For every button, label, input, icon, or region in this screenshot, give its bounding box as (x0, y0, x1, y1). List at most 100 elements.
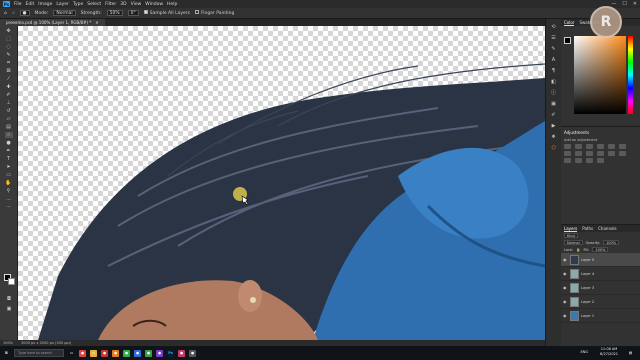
menu-file[interactable]: File (14, 2, 22, 7)
layer-name[interactable]: Layer 4 (581, 272, 594, 276)
background-color-swatch[interactable] (8, 278, 15, 285)
exposure-icon[interactable] (597, 144, 604, 149)
selective-color-icon[interactable] (597, 158, 604, 163)
close-button[interactable]: ✕ (633, 1, 637, 7)
dodge-tool-icon[interactable]: ● (5, 140, 13, 146)
mode-select[interactable]: Normal (53, 10, 76, 16)
lock-icon[interactable]: 🔒 (576, 248, 580, 252)
edit-toolbar-icon[interactable]: ⋯ (5, 204, 13, 210)
menu-3d[interactable]: 3D (120, 2, 126, 7)
brightness-contrast-icon[interactable] (564, 144, 571, 149)
gradient-map-icon[interactable] (586, 158, 593, 163)
fill-input[interactable]: 100% (592, 247, 609, 252)
paragraph-panel-icon[interactable]: ¶ (550, 67, 558, 74)
move-tool-icon[interactable]: ✥ (5, 28, 13, 34)
smudge-tool-active-icon[interactable]: ☝ (4, 132, 13, 138)
color-lookup-icon[interactable] (608, 151, 615, 156)
zoom-tool-icon[interactable]: ⚲ (5, 188, 13, 194)
menu-view[interactable]: View (131, 2, 142, 7)
language-indicator[interactable]: ENG (580, 350, 588, 354)
vibrance-icon[interactable] (608, 144, 615, 149)
info-panel-icon[interactable]: ⓘ (550, 89, 558, 96)
history-panel-icon[interactable]: ⟲ (550, 23, 558, 30)
rectangle-tool-icon[interactable]: ▭ (5, 172, 13, 178)
tab-close-icon[interactable]: ✕ (95, 20, 98, 25)
menu-filter[interactable]: Filter (105, 2, 116, 7)
tab-paths[interactable]: Paths (582, 226, 593, 231)
app-icon-red[interactable]: ● (101, 349, 108, 357)
marquee-tool-icon[interactable]: ⬚ (5, 36, 13, 42)
brushes-panel-icon[interactable]: ✐ (550, 111, 558, 118)
photoshop-taskbar-icon[interactable]: Ps (167, 349, 174, 357)
windows-start-icon[interactable]: ⊞ (3, 350, 10, 357)
minimize-button[interactable]: — (611, 1, 616, 7)
menu-window[interactable]: Window (145, 2, 163, 7)
photo-filter-icon[interactable] (586, 151, 593, 156)
eraser-tool-icon[interactable]: ▱ (5, 116, 13, 122)
hue-saturation-icon[interactable] (619, 144, 626, 149)
app-icon-purple[interactable]: ● (156, 349, 163, 357)
frame-tool-icon[interactable]: ⊠ (5, 68, 13, 74)
threshold-icon[interactable] (575, 158, 582, 163)
path-selection-tool-icon[interactable]: ➤ (5, 164, 13, 170)
angle-input[interactable]: 0° (127, 10, 139, 16)
strength-input[interactable]: 50% (106, 10, 123, 16)
layer-row[interactable]: ◉ Layer 4 (561, 267, 640, 281)
actions-panel-icon[interactable]: ▶ (550, 122, 558, 129)
character-panel-icon[interactable]: A (550, 56, 558, 63)
brush-tool-icon[interactable]: ✐ (5, 92, 13, 98)
layer-row[interactable]: ◉ Layer 1 (561, 309, 640, 323)
3d-panel-icon[interactable]: ⬡ (550, 144, 558, 151)
chrome-icon[interactable]: ● (79, 349, 86, 357)
navigator-panel-icon[interactable]: ▣ (550, 100, 558, 107)
hand-tool-icon[interactable]: ✋ (5, 180, 13, 186)
curves-icon[interactable] (586, 144, 593, 149)
brush-settings-icon[interactable]: ✎ (550, 45, 558, 52)
file-explorer-icon[interactable]: ▭ (90, 349, 97, 357)
layer-name[interactable]: Layer 5 (581, 258, 594, 262)
layer-name[interactable]: Layer 1 (581, 314, 594, 318)
color-picker-field[interactable] (574, 36, 626, 114)
brush-preset-picker[interactable]: ● (19, 10, 30, 16)
app-icon-gray[interactable]: ● (189, 349, 196, 357)
photoshop-logo-icon[interactable]: Ps (3, 1, 10, 7)
quick-select-tool-icon[interactable]: ✎ (5, 52, 13, 58)
visibility-eye-icon[interactable]: ◉ (563, 285, 568, 290)
styles-panel-icon[interactable]: ❖ (550, 133, 558, 140)
home-icon[interactable]: ⌂ (4, 11, 7, 16)
zoom-level[interactable]: 100% (3, 341, 13, 345)
channel-mixer-icon[interactable] (597, 151, 604, 156)
layer-row[interactable]: ◉ Layer 3 (561, 281, 640, 295)
properties-panel-icon[interactable]: ☰ (550, 34, 558, 41)
screen-mode-icon[interactable]: ▣ (5, 306, 13, 312)
black-white-icon[interactable] (575, 151, 582, 156)
levels-icon[interactable] (575, 144, 582, 149)
document-tab[interactable]: preeema.psd @ 100% (Layer 1, RGB/8#) * ✕ (0, 19, 105, 26)
invert-icon[interactable] (619, 151, 626, 156)
healing-brush-tool-icon[interactable]: ✚ (5, 84, 13, 90)
whatsapp-icon[interactable]: ● (123, 349, 130, 357)
gradient-tool-icon[interactable]: ▤ (5, 124, 13, 130)
visibility-eye-icon[interactable]: ◉ (563, 299, 568, 304)
eyedropper-tool-icon[interactable]: ⁄ (5, 76, 13, 82)
taskbar-search-input[interactable]: Type here to search (14, 349, 64, 357)
tab-color[interactable]: Color (564, 20, 575, 26)
menu-image[interactable]: Image (38, 2, 52, 7)
crop-tool-icon[interactable]: ⌗ (5, 60, 13, 66)
visibility-eye-icon[interactable]: ◉ (563, 313, 568, 318)
quick-mask-icon[interactable]: ◘ (5, 296, 13, 302)
sample-all-layers-checkbox[interactable]: Sample All Layers (143, 10, 190, 16)
app-icon-green[interactable]: ● (145, 349, 152, 357)
hue-slider[interactable] (628, 36, 633, 114)
layer-row[interactable]: ◉ Layer 2 (561, 295, 640, 309)
tab-channels[interactable]: Channels (598, 226, 617, 231)
app-icon-blue[interactable]: ● (134, 349, 141, 357)
type-tool-icon[interactable]: T (5, 156, 13, 162)
smudge-tool-icon[interactable]: ☝ (12, 11, 15, 16)
visibility-eye-icon[interactable]: ◉ (563, 271, 568, 276)
menu-layer[interactable]: Layer (56, 2, 69, 7)
color-panel-foreground-chip[interactable] (564, 37, 571, 44)
app-icon-orange[interactable]: ● (112, 349, 119, 357)
menu-select[interactable]: Select (87, 2, 101, 7)
tab-layers[interactable]: Layers (564, 226, 578, 232)
